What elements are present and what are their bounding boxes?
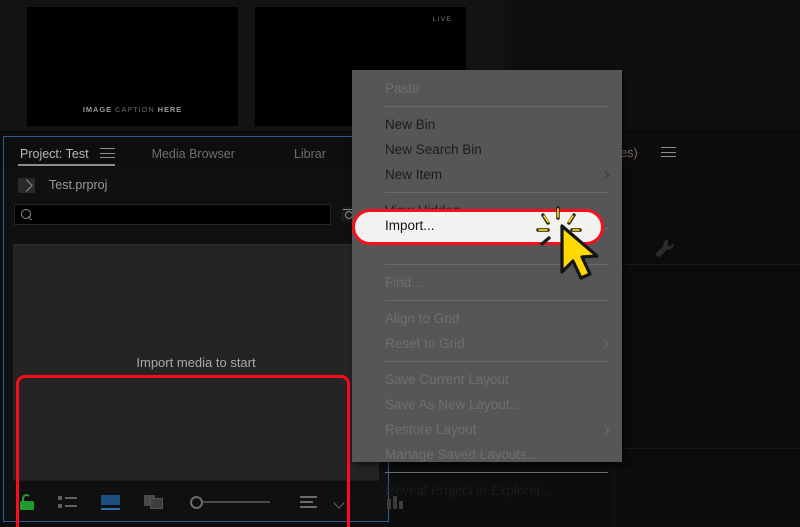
zoom-slider-track[interactable] xyxy=(203,501,270,503)
search-input[interactable] xyxy=(32,208,324,220)
zoom-level-slider[interactable] xyxy=(190,496,270,509)
context-menu-item-reset-to-grid: Reset to Grid xyxy=(352,331,622,356)
tab-project-test[interactable]: Project: Test xyxy=(18,137,115,170)
tab-project-test-label: Project: Test xyxy=(18,147,91,161)
right-panel-separator xyxy=(619,264,800,265)
context-menu-item-save-as-new-layout: Save As New Layout... xyxy=(352,392,622,417)
menu-item-label: Paste xyxy=(385,81,420,96)
project-file-row: Test.prproj xyxy=(4,170,388,200)
tab-libraries-label: Librar xyxy=(292,147,328,161)
context-menu-item-restore-layout: Restore Layout xyxy=(352,417,622,442)
icon-view-icon[interactable] xyxy=(101,495,120,510)
context-menu-item-new-bin[interactable]: New Bin xyxy=(352,112,622,137)
project-panel: Project: Test Media Browser Librar Test.… xyxy=(3,136,389,522)
menu-item-label: Reset to Grid xyxy=(385,336,465,351)
submenu-chevron-right-icon xyxy=(601,425,609,433)
tab-libraries[interactable]: Librar xyxy=(292,137,328,170)
tab-media-browser[interactable]: Media Browser xyxy=(150,137,237,170)
zoom-slider-knob[interactable] xyxy=(190,496,203,509)
menu-separator xyxy=(385,361,608,362)
caption-bold-1: IMAGE xyxy=(83,105,112,114)
search-input-wrapper[interactable] xyxy=(14,204,331,225)
context-menu-item-new-search-bin[interactable]: New Search Bin xyxy=(352,137,622,162)
submenu-chevron-right-icon xyxy=(601,339,609,347)
menu-separator xyxy=(385,192,608,193)
menu-separator xyxy=(385,300,608,301)
project-panel-tab-row: Project: Test Media Browser Librar xyxy=(4,137,388,170)
project-search-row: 0 xyxy=(4,200,388,228)
source-caption: IMAGE CAPTION HERE xyxy=(27,105,238,114)
menu-item-label: Align to Grid xyxy=(385,311,459,326)
lock-open-icon[interactable] xyxy=(20,494,34,510)
menu-item-label: Restore Layout xyxy=(385,422,477,437)
wrench-settings-icon[interactable] xyxy=(654,237,676,259)
submenu-chevron-right-icon xyxy=(601,170,609,178)
menu-item-label: Save Current Layout xyxy=(385,372,509,387)
context-menu-item-manage-saved-layouts: Manage Saved Layouts... xyxy=(352,442,622,467)
project-file-name: Test.prproj xyxy=(49,178,107,192)
import-media-hint: Import media to start xyxy=(136,355,255,370)
list-view-icon[interactable] xyxy=(58,495,78,509)
menu-separator xyxy=(385,472,608,473)
caption-mid: CAPTION xyxy=(112,105,158,114)
search-icon xyxy=(21,209,32,220)
premiere-pro-window: IMAGE CAPTION HERE LIVE ces) xyxy=(0,0,800,527)
caption-bold-2: HERE xyxy=(158,105,182,114)
context-menu-item-import-label[interactable]: Import... xyxy=(385,218,435,233)
chevron-down-icon[interactable] xyxy=(334,499,345,506)
live-badge: LIVE xyxy=(433,16,452,23)
menu-item-label: Reveal Project in Explorer... xyxy=(385,483,552,498)
project-panel-hamburger-menu-icon[interactable] xyxy=(100,148,115,159)
menu-item-label: New Search Bin xyxy=(385,142,482,157)
source-monitor-preview[interactable]: IMAGE CAPTION HERE xyxy=(27,7,238,126)
tab-active-underline xyxy=(18,164,115,166)
menu-item-label: Save As New Layout... xyxy=(385,397,521,412)
context-menu-item-align-to-grid: Align to Grid xyxy=(352,306,622,331)
menu-item-label: Manage Saved Layouts... xyxy=(385,447,538,462)
sort-icon[interactable] xyxy=(300,496,317,509)
right-panel-hamburger-menu-icon[interactable] xyxy=(661,147,676,158)
menu-item-label: Find... xyxy=(385,275,423,290)
freeform-view-icon[interactable] xyxy=(144,495,166,510)
mouse-pointer-click-icon xyxy=(536,206,616,286)
context-menu-item-paste: Paste xyxy=(352,76,622,101)
project-bottom-toolbar xyxy=(4,483,388,521)
context-menu-item-reveal-project-in-explorer[interactable]: Reveal Project in Explorer... xyxy=(352,478,622,503)
menu-separator xyxy=(385,106,608,107)
context-menu-item-save-current-layout: Save Current Layout xyxy=(352,367,622,392)
context-menu-item-new-item[interactable]: New Item xyxy=(352,162,622,187)
project-parent-folder-icon[interactable] xyxy=(18,178,35,193)
menu-item-label: New Bin xyxy=(385,117,435,132)
tab-media-browser-label: Media Browser xyxy=(150,147,237,161)
project-media-area[interactable]: Import media to start xyxy=(13,244,379,481)
right-panel-bottom-separator xyxy=(619,448,800,449)
menu-item-label: New Item xyxy=(385,167,442,182)
